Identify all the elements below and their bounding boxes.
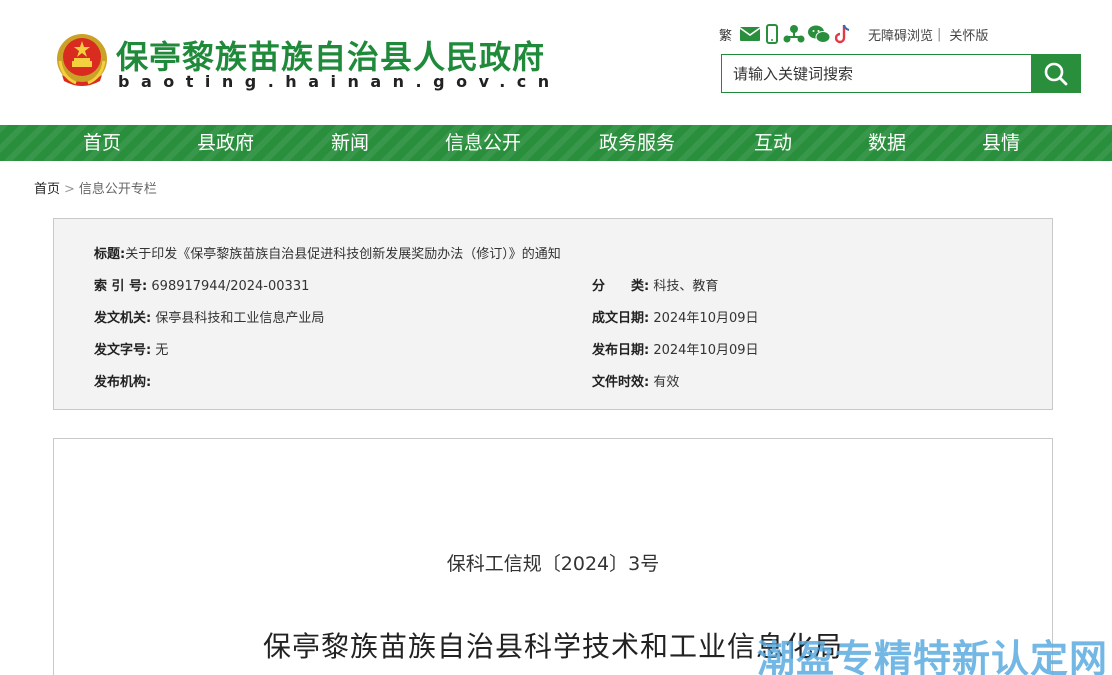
- watermark-text: 潮盈专精特新认定网: [757, 637, 1109, 675]
- meta-category-value: 科技、教育: [653, 279, 719, 294]
- wechat-icon[interactable]: [806, 23, 832, 45]
- meta-created-date: 成文日期: 2024年10月09日: [592, 307, 759, 326]
- breadcrumb: 首页 > 信息公开专栏: [34, 178, 157, 197]
- meta-document-number: 发文字号: 无: [94, 339, 168, 358]
- mail-icon[interactable]: [738, 23, 762, 45]
- meta-publishing-org: 发布机构:: [94, 371, 151, 390]
- meta-issuer-value: 保亭县科技和工业信息产业局: [155, 311, 325, 326]
- nav-home[interactable]: 首页: [83, 125, 121, 161]
- nav-info-disclosure[interactable]: 信息公开: [445, 125, 521, 161]
- meta-validity-value: 有效: [653, 375, 680, 390]
- mobile-icon[interactable]: [762, 23, 782, 45]
- breadcrumb-home[interactable]: 首页: [34, 182, 60, 197]
- meta-index: 索 引 号: 698917944/2024-00331: [94, 275, 309, 294]
- meta-published-date: 发布日期: 2024年10月09日: [592, 339, 759, 358]
- breadcrumb-separator: >: [64, 182, 75, 197]
- meta-validity-label: 文件时效:: [592, 375, 650, 390]
- meta-title-label: 标题:: [94, 247, 126, 262]
- meta-published-label: 发布日期:: [592, 343, 650, 358]
- toolbar-separator: |: [937, 26, 942, 42]
- nav-government-services[interactable]: 政务服务: [599, 125, 675, 161]
- meta-category-label: 分 类:: [592, 279, 650, 294]
- accessibility-link[interactable]: 无障碍浏览: [868, 23, 933, 45]
- meta-index-value: 698917944/2024-00331: [151, 279, 310, 294]
- search-box: [721, 54, 1032, 93]
- search-button[interactable]: [1031, 54, 1081, 93]
- meta-category: 分 类: 科技、教育: [592, 275, 718, 294]
- document-meta-box: 标题:关于印发《保亭黎族苗族自治县促进科技创新发展奖励办法（修订）》的通知 索 …: [53, 218, 1053, 410]
- site-domain: baoting.hainan.gov.cn: [118, 72, 561, 91]
- nav-county-overview[interactable]: 县情: [982, 125, 1020, 161]
- nav-county-government[interactable]: 县政府: [197, 125, 254, 161]
- nav-news[interactable]: 新闻: [331, 125, 369, 161]
- meta-org-label: 发布机构:: [94, 375, 152, 390]
- main-nav: 首页 县政府 新闻 信息公开 政务服务 互动 数据 县情: [0, 125, 1112, 161]
- meta-published-value: 2024年10月09日: [653, 343, 759, 358]
- meta-created-label: 成文日期:: [592, 311, 650, 326]
- meta-title: 标题:关于印发《保亭黎族苗族自治县促进科技创新发展奖励办法（修订）》的通知: [94, 243, 561, 262]
- document-number: 保科工信规〔2024〕3号: [446, 553, 660, 575]
- nav-interaction[interactable]: 互动: [754, 125, 792, 161]
- national-emblem-icon[interactable]: [54, 31, 110, 89]
- nav-data[interactable]: 数据: [868, 125, 906, 161]
- meta-issuer-label: 发文机关:: [94, 311, 152, 326]
- meta-docnum-value: 无: [155, 343, 169, 358]
- meta-validity: 文件时效: 有效: [592, 371, 679, 390]
- meta-issuer: 发文机关: 保亭县科技和工业信息产业局: [94, 307, 324, 326]
- search-icon: [1044, 62, 1068, 85]
- douyin-icon[interactable]: [832, 23, 854, 45]
- meta-index-label: 索 引 号:: [94, 279, 148, 294]
- traditional-chinese-toggle[interactable]: 繁: [719, 23, 732, 45]
- search-input[interactable]: [722, 55, 1031, 92]
- network-icon[interactable]: [782, 23, 806, 45]
- site-header: 保亭黎族苗族自治县人民政府 baoting.hainan.gov.cn 繁 无障…: [0, 0, 1112, 125]
- breadcrumb-current[interactable]: 信息公开专栏: [79, 182, 157, 197]
- meta-created-value: 2024年10月09日: [653, 311, 759, 326]
- elder-mode-link[interactable]: 关怀版: [949, 23, 988, 45]
- header-toolbar: 繁 无障碍浏览 | 关怀版: [719, 22, 988, 46]
- meta-docnum-label: 发文字号:: [94, 343, 152, 358]
- meta-title-value: 关于印发《保亭黎族苗族自治县促进科技创新发展奖励办法（修订）》的通知: [125, 247, 561, 262]
